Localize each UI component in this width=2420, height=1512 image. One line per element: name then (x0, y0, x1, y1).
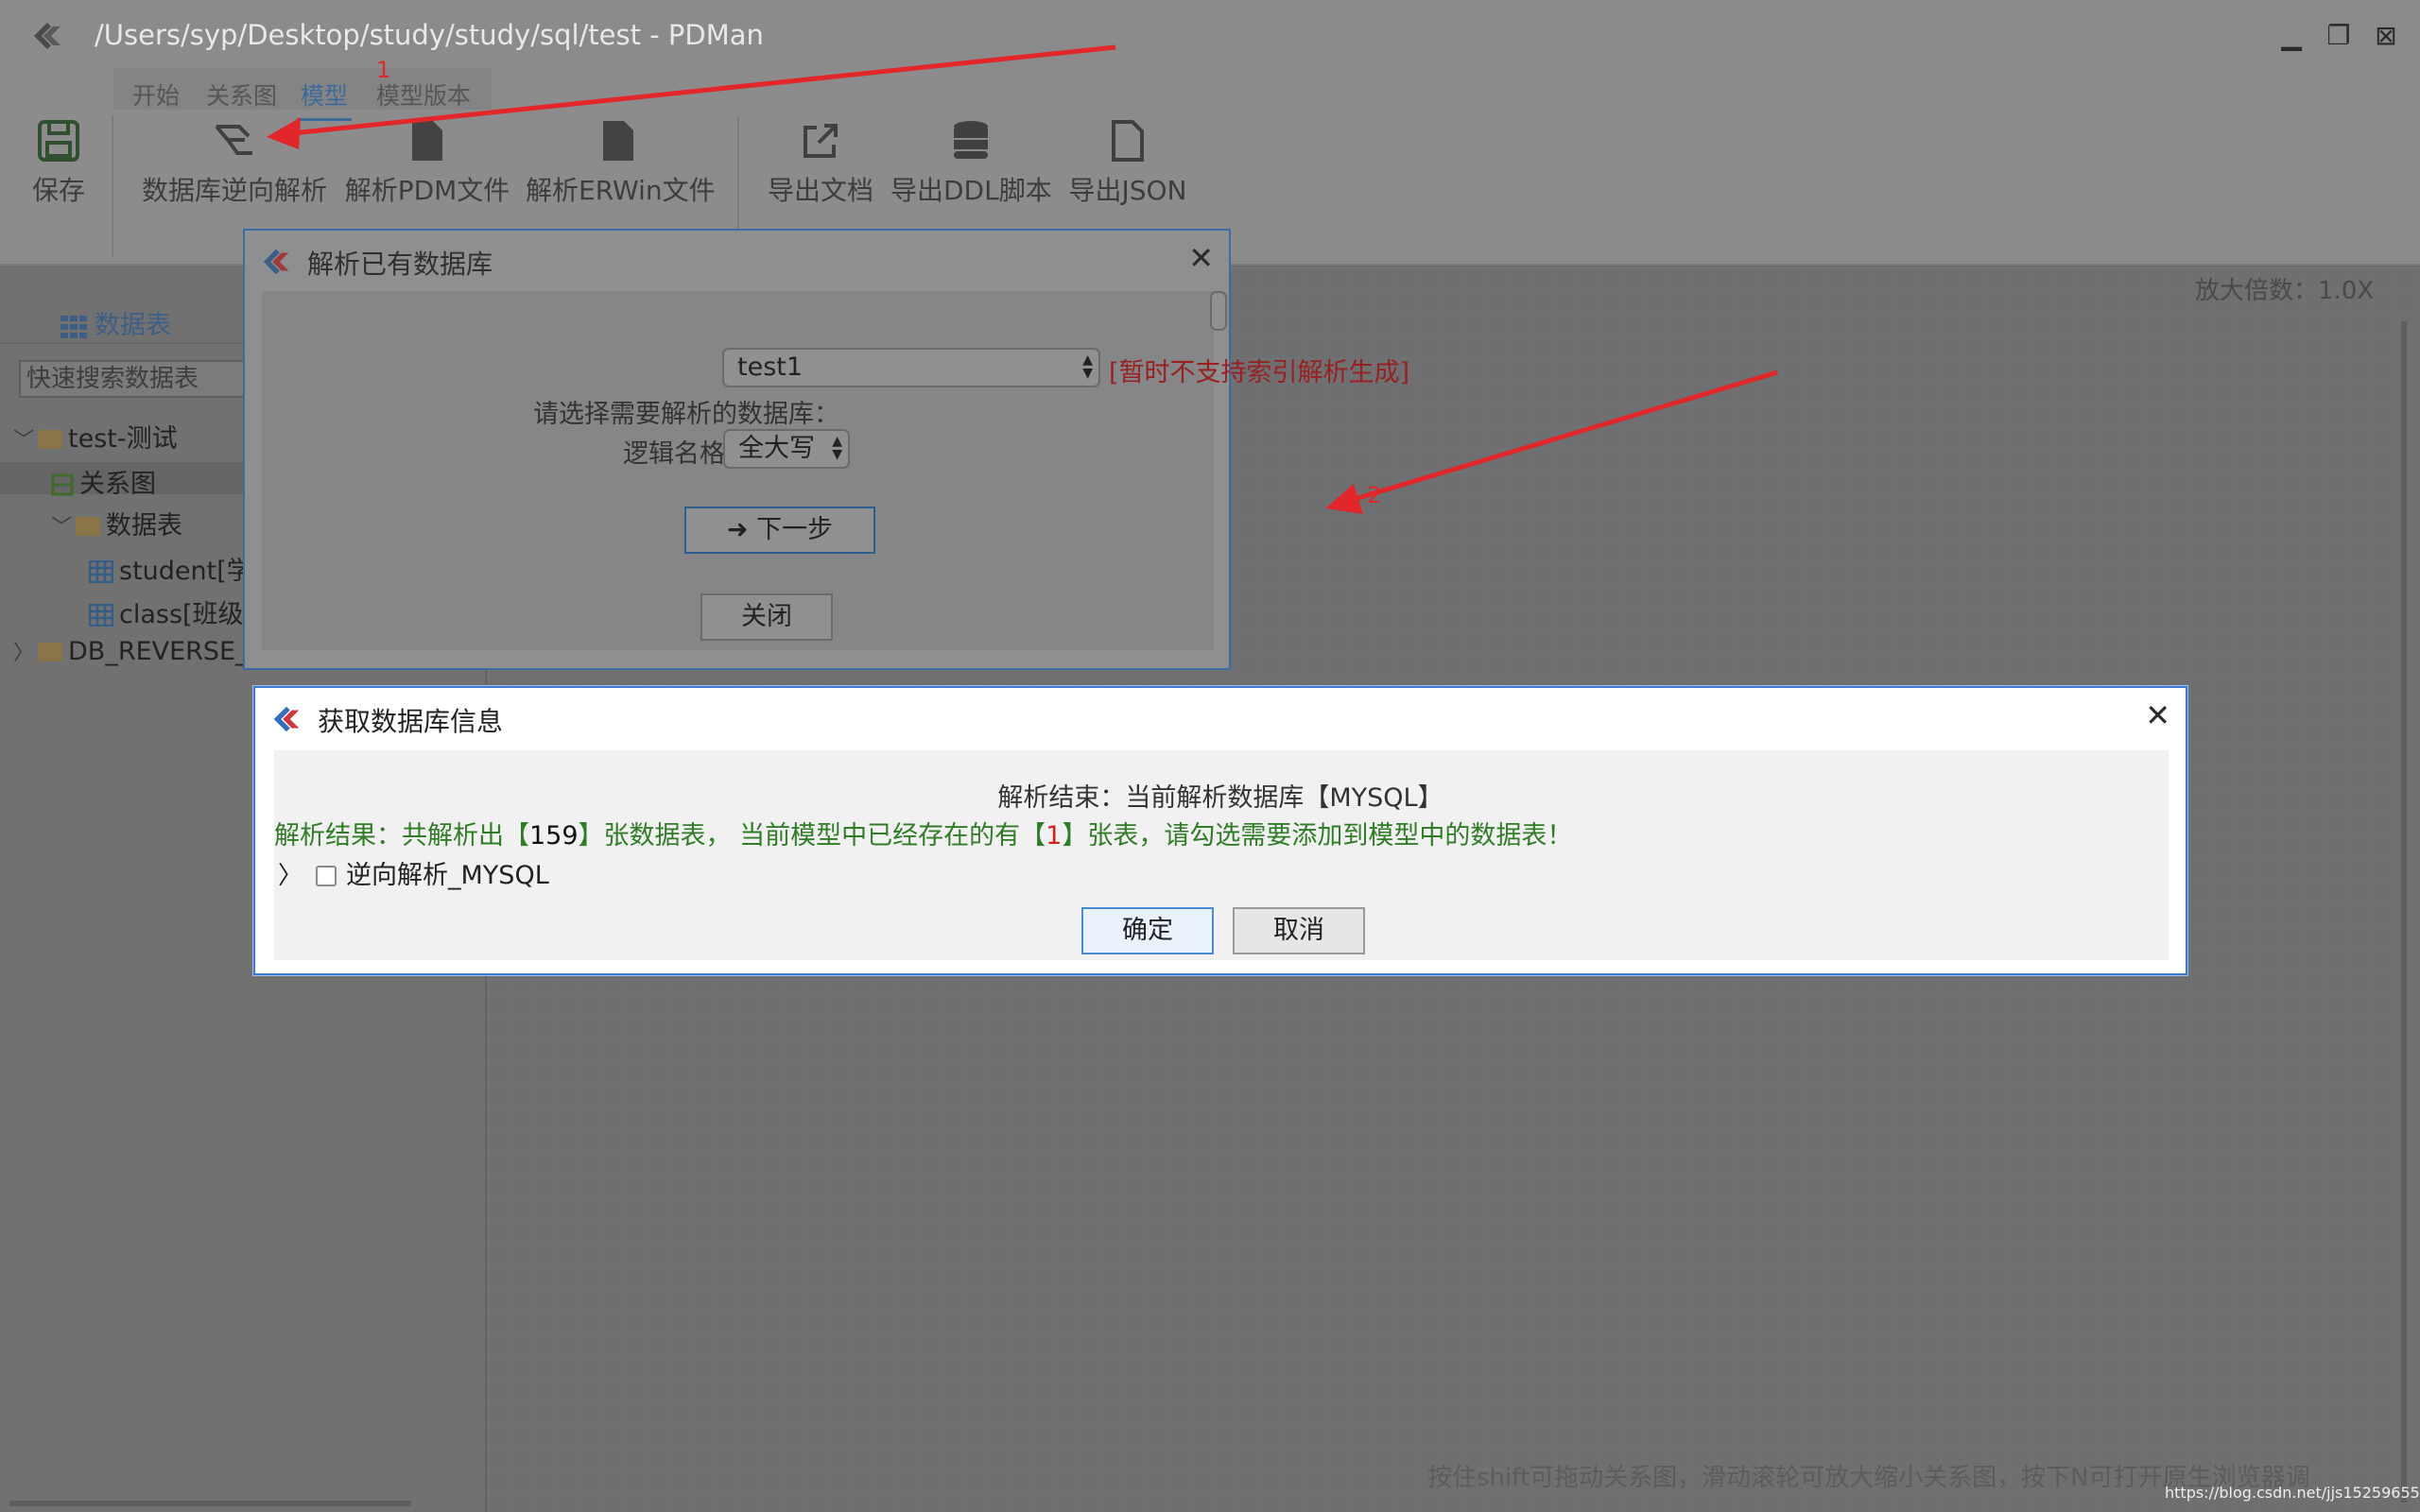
tree-node-root[interactable]: ﹀ test-测试 (13, 418, 178, 455)
node-label: 逆向解析_MYSQL (346, 861, 549, 890)
arrow-right-icon: ➜ (726, 515, 757, 544)
export-icon (804, 124, 838, 158)
result-prefix: 解析结果：共解析出【 (274, 821, 529, 850)
chevron-right-icon[interactable]: 〉 (13, 636, 38, 666)
divider (112, 115, 113, 257)
zoom-level: 放大倍数：1.0X (2195, 277, 2375, 305)
reverse-parse-label: 数据库逆向解析 (141, 175, 327, 206)
tree-node-label: 数据表 (106, 511, 182, 541)
name-format-select[interactable]: 全大写 ▲ ▼ (723, 429, 850, 469)
result-suffix: 】张表，请勾选需要添加到模型中的数据表！ (1062, 821, 1573, 850)
parse-erwin-label: 解析ERWin文件 (526, 175, 716, 206)
app-logo-icon (263, 249, 289, 275)
export-doc-label: 导出文档 (767, 175, 873, 206)
tree-node-table[interactable]: class[班级 (89, 593, 244, 630)
tab-underline (0, 342, 246, 344)
name-format-value: 全大写 (738, 434, 815, 463)
watermark: https://blog.csdn.net/jjs15259655776 (2165, 1484, 2420, 1502)
save-label: 保存 (31, 175, 85, 206)
db-select-label: 请选择需要解析的数据库： (533, 400, 839, 429)
window-title: /Users/syp/Desktop/study/study/sql/test … (95, 19, 764, 51)
horizontal-scrollbar[interactable] (9, 1501, 411, 1506)
tree-node-label: student[学 (119, 557, 252, 586)
table-count: 159 (529, 821, 579, 850)
node-checkbox[interactable] (316, 866, 337, 886)
tab-diagram[interactable]: 关系图 (206, 77, 277, 112)
tree-node-label: 关系图 (79, 470, 156, 499)
vertical-scrollbar[interactable] (2401, 321, 2407, 1503)
file-icon (412, 121, 442, 161)
parse-erwin-button[interactable]: 解析ERWin文件 (526, 115, 716, 210)
tab-model[interactable]: 模型 (296, 77, 353, 121)
file-icon (603, 121, 633, 161)
parse-database-dialog: 解析已有数据库 ✕ 请选择需要解析的数据库： test1 ▲ ▼ [暂时不支持索引… (243, 229, 1409, 670)
chevron-down-icon[interactable]: ﹀ (13, 423, 38, 454)
dialog-title: 获取数据库信息 (318, 706, 504, 737)
save-button[interactable]: 保存 (21, 115, 96, 210)
table-icon (89, 604, 113, 627)
parse-pdm-button[interactable]: 解析PDM文件 (344, 115, 510, 210)
close-icon[interactable]: ✕ (2145, 697, 2170, 733)
restore-icon[interactable]: ❐ (2324, 21, 2354, 51)
parse-status: 解析结束：当前解析数据库【MYSQL】 (997, 783, 1443, 813)
folder-icon (76, 517, 100, 536)
chevron-down-icon[interactable]: ﹀ (51, 510, 76, 541)
grid-icon (60, 315, 87, 338)
database-reverse-icon (215, 125, 252, 155)
file-outline-icon (1112, 120, 1144, 162)
tree-node-tables-folder[interactable]: ﹀ 数据表 (51, 505, 182, 541)
table-icon (89, 560, 113, 583)
tree-node-db-reverse[interactable]: 〉 DB_REVERSE_ (13, 636, 249, 666)
tab-tables[interactable]: 数据表 (60, 304, 171, 341)
export-ddl-label: 导出DDL脚本 (890, 175, 1052, 206)
index-warning: [暂时不支持索引解析生成] (1109, 358, 1410, 387)
export-json-button[interactable]: 导出JSON (1066, 115, 1189, 210)
database-select-value: test1 (737, 352, 804, 382)
dialog-header: 解析已有数据库 ✕ (245, 231, 1229, 291)
folder-icon (38, 430, 62, 449)
select-arrows-icon: ▲ ▼ (832, 434, 842, 462)
cancel-button[interactable]: 取消 (1233, 907, 1365, 954)
existing-count: 1 (1046, 821, 1063, 850)
close-icon[interactable]: ✕ (1188, 240, 1214, 276)
tab-start[interactable]: 开始 (132, 77, 180, 112)
close-window-icon[interactable]: ⊠ (2371, 21, 2401, 51)
export-doc-button[interactable]: 导出文档 (766, 115, 875, 210)
dialog-title: 解析已有数据库 (307, 249, 493, 280)
title-bar: /Users/syp/Desktop/study/study/sql/test … (0, 0, 2420, 96)
close-button[interactable]: 关闭 (700, 593, 833, 641)
next-step-label: 下一步 (756, 515, 834, 544)
minimize-icon[interactable]: ▁ (2276, 21, 2307, 51)
database-icon (954, 121, 988, 159)
chevron-right-icon[interactable]: 〉 (278, 856, 302, 891)
export-ddl-button[interactable]: 导出DDL脚本 (890, 115, 1052, 210)
next-step-button[interactable]: ➜ 下一步 (684, 507, 875, 554)
annotation-label-1: 1 (376, 57, 391, 83)
annotation-label-2: 2 (1367, 482, 1382, 508)
tree-node-diagram[interactable]: 关系图 (51, 463, 156, 500)
app-logo-icon (273, 706, 300, 732)
reverse-parse-button[interactable]: 数据库逆向解析 (140, 115, 329, 210)
tree-node-label: class[班级 (119, 600, 244, 629)
tree-node-label: DB_REVERSE_ (68, 637, 249, 666)
reverse-tree-node[interactable]: 〉 逆向解析_MYSQL (278, 854, 549, 891)
folder-icon (38, 643, 62, 662)
database-select[interactable]: test1 ▲ ▼ (722, 348, 1100, 387)
result-mid: 】张数据表， 当前模型中已经存在的有【 (578, 821, 1046, 850)
select-arrows-icon: ▲ ▼ (1082, 352, 1093, 381)
app-logo-icon (34, 23, 60, 49)
tree-node-label: test-测试 (68, 424, 178, 454)
parse-pdm-label: 解析PDM文件 (344, 175, 510, 206)
tab-tables-label: 数据表 (95, 311, 171, 340)
save-icon (38, 120, 79, 162)
diagram-icon (51, 473, 74, 496)
export-json-label: 导出JSON (1068, 175, 1187, 206)
confirm-button[interactable]: 确定 (1081, 907, 1214, 954)
database-info-dialog: 获取数据库信息 ✕ 解析结束：当前解析数据库【MYSQL】 解析结果：共解析出【… (253, 686, 2187, 975)
tree-node-table[interactable]: student[学 (89, 550, 252, 587)
parse-result: 解析结果：共解析出【159】张数据表， 当前模型中已经存在的有【1】张表，请勾选… (274, 815, 1572, 851)
